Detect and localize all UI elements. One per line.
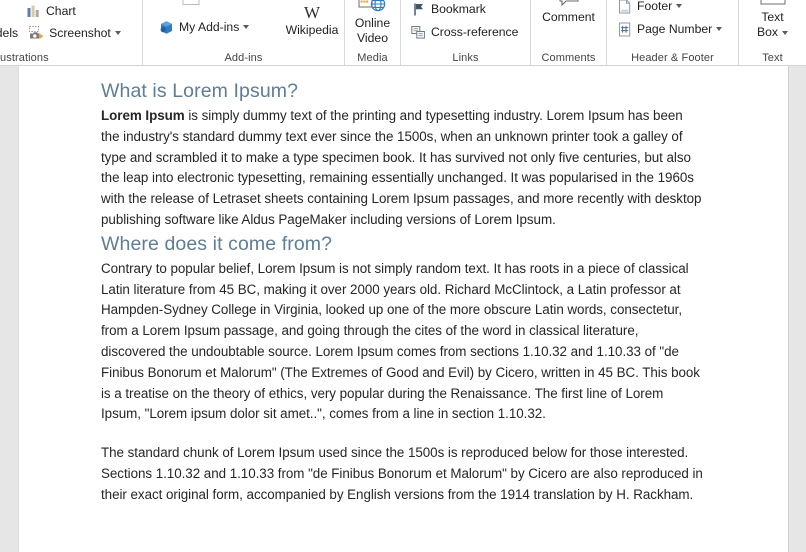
my-add-ins-button[interactable]: My Add-ins: [155, 16, 252, 38]
word-window: Chart odels Screenshot: [0, 0, 806, 552]
media-commands: Online Video: [345, 0, 400, 51]
bookmark-flag-icon: [410, 1, 427, 18]
chart-button[interactable]: Chart: [22, 0, 79, 22]
comment-button[interactable]: Comment: [537, 0, 600, 25]
addins-cube-icon: [158, 19, 175, 36]
ribbon-group-add-ins: My Add-ins W Wikipedia Add-ins: [142, 0, 344, 65]
footer-label: Footer: [637, 0, 673, 13]
section-heading-2: Where does it come from?: [101, 232, 333, 255]
header-footer-group-label: Header & Footer: [631, 52, 714, 64]
online-video-icon: [358, 0, 388, 15]
ribbon-group-links: Bookmark Cross-reference Links: [400, 0, 530, 65]
text-commands: Text Box: [739, 0, 806, 51]
cross-reference-button[interactable]: Cross-reference: [407, 21, 521, 43]
links-group-label: Links: [452, 52, 479, 64]
comments-group-label: Comments: [541, 52, 596, 64]
ribbon: Chart odels Screenshot: [0, 0, 806, 66]
screenshot-caret-icon[interactable]: [114, 31, 121, 35]
addins-group-label: Add-ins: [224, 52, 263, 64]
online-video-label-line1: Online: [354, 16, 391, 30]
illustrations-row2: odels Screenshot: [0, 22, 124, 44]
text-box-label-line2-text: Box: [756, 25, 778, 39]
footer-caret-icon[interactable]: [676, 4, 683, 8]
cross-reference-icon: [410, 24, 427, 41]
comments-commands: Comment: [531, 0, 606, 51]
ribbon-group-media: Online Video Media: [344, 0, 400, 65]
text-box-label-line2: Box: [757, 25, 788, 40]
my-add-ins-label: My Add-ins: [179, 19, 240, 34]
page-number-button[interactable]: Page Number: [613, 18, 725, 40]
ribbon-group-comments: Comment Comments: [530, 0, 606, 65]
lead-bold-text: Lorem Ipsum: [101, 108, 185, 123]
wikipedia-button[interactable]: W Wikipedia: [279, 3, 345, 38]
text-box-button[interactable]: Text Box: [745, 0, 800, 40]
wikipedia-label: Wikipedia: [285, 23, 339, 37]
document-page[interactable]: What is Lorem Ipsum? Lorem Ipsum is simp…: [18, 66, 789, 552]
addins-commands: My Add-ins W Wikipedia: [143, 0, 344, 51]
media-group-label: Media: [357, 52, 388, 64]
bookmark-button[interactable]: Bookmark: [407, 0, 489, 20]
section-1-paragraph-1-body: is simply dummy text of the printing and…: [101, 108, 702, 227]
store-icon[interactable]: [182, 0, 200, 6]
page-number-icon: [616, 21, 633, 38]
text-box-caret-icon[interactable]: [782, 30, 788, 35]
footer-page-icon: [616, 0, 633, 15]
ribbon-groups: Chart odels Screenshot: [0, 0, 806, 65]
comment-bubble-icon: [557, 0, 581, 9]
illustrations-group-label: ustrations: [0, 52, 49, 64]
text-box-label-line1: Text: [761, 10, 784, 24]
camera-icon: [28, 25, 45, 42]
text-box-icon: [758, 0, 788, 9]
links-commands: Bookmark Cross-reference: [401, 0, 530, 51]
models-label[interactable]: odels: [0, 26, 18, 41]
ribbon-group-header-footer: Footer Page Number Header & Footer: [606, 0, 738, 65]
chart-label: Chart: [46, 3, 76, 18]
section-2-paragraph-1: Contrary to popular belief, Lorem Ipsum …: [101, 260, 700, 422]
my-add-ins-caret-icon[interactable]: [243, 25, 250, 29]
illustrations-commands: Chart odels Screenshot: [0, 0, 142, 51]
document-canvas[interactable]: What is Lorem Ipsum? Lorem Ipsum is simp…: [0, 66, 806, 552]
page-number-caret-icon[interactable]: [716, 27, 723, 31]
section-1-paragraph-1: Lorem Ipsum is simply dummy text of the …: [101, 106, 703, 231]
section-heading-1: What is Lorem Ipsum?: [101, 80, 299, 102]
bookmark-label: Bookmark: [431, 1, 486, 16]
page-content: What is Lorem Ipsum? Lorem Ipsum is simp…: [101, 78, 703, 506]
screenshot-label[interactable]: Screenshot: [49, 26, 111, 41]
section-2-paragraph-2: The standard chunk of Lorem Ipsum used s…: [101, 445, 703, 502]
header-footer-commands: Footer Page Number: [607, 0, 738, 51]
wikipedia-w-icon: W: [303, 3, 321, 22]
ribbon-group-text: Text Box Text: [738, 0, 806, 65]
bar-chart-icon: [25, 3, 42, 20]
footer-button[interactable]: Footer: [613, 0, 685, 17]
comment-label: Comment: [542, 10, 595, 24]
page-number-label: Page Number: [637, 21, 713, 36]
cross-reference-label: Cross-reference: [431, 24, 519, 39]
online-video-label-line2: Video: [357, 31, 388, 45]
ribbon-group-illustrations: Chart odels Screenshot: [0, 0, 142, 65]
online-video-button[interactable]: Online Video: [351, 0, 394, 46]
text-group-label: Text: [762, 52, 783, 64]
